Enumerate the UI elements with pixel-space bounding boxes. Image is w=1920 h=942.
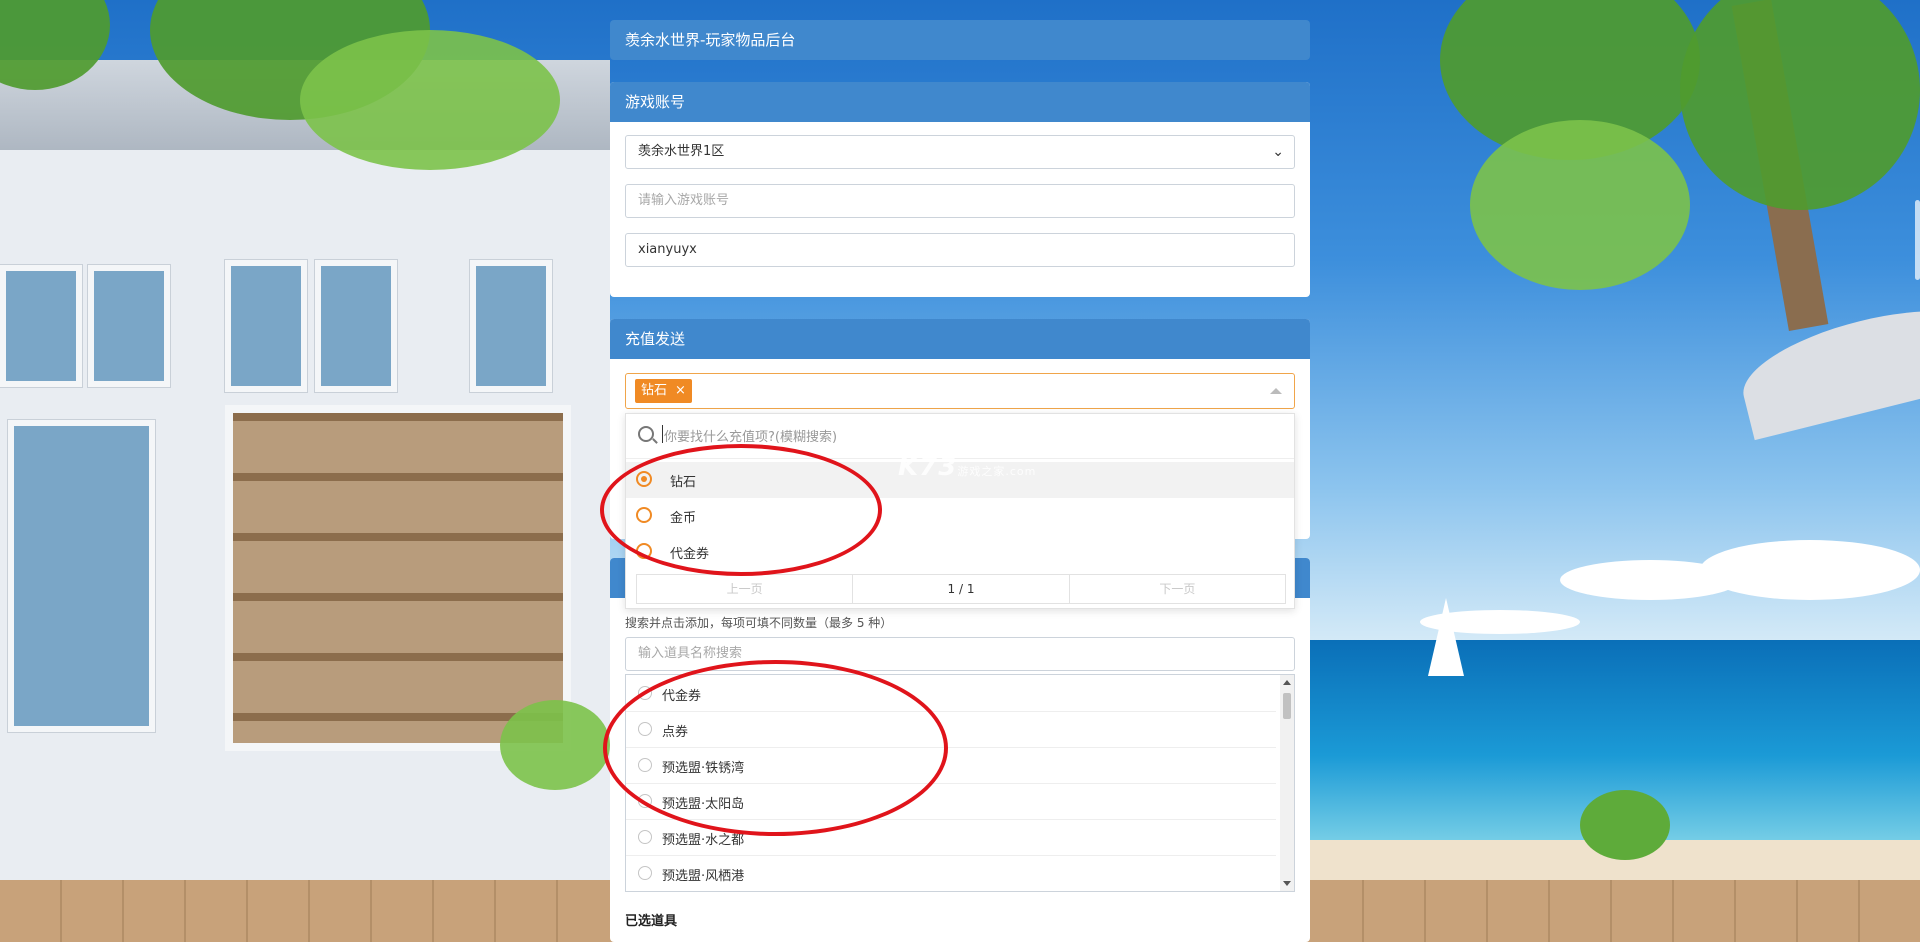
foliage [1470,120,1690,290]
annotation-ellipse [603,660,948,836]
account-card-header: 游戏账号 [610,82,1310,122]
scroll-down-icon [1283,881,1291,886]
radio-icon [638,830,652,844]
window [315,260,397,392]
chevron-down-icon: ⌄ [1272,144,1284,160]
account-input[interactable]: 请输入游戏账号 [625,184,1295,218]
watermark-domain: .com [1005,465,1037,478]
chevron-up-icon [1270,388,1282,394]
selected-items-title: 已选道具 [625,914,678,929]
server-select-value: 羡余水世界1区 [638,144,725,159]
recharge-multiselect[interactable]: 钻石 × [625,373,1295,409]
account-name-field[interactable]: xianyuyx [625,233,1295,267]
watermark-brand: K73 [898,452,958,482]
page-title: 羡余水世界-玩家物品后台 [610,20,1310,60]
window [88,265,170,387]
search-icon [638,426,654,442]
list-scrollbar[interactable] [1280,675,1294,891]
recharge-card-header: 充值发送 [610,319,1310,359]
page-indicator: 1 / 1 [853,575,1070,603]
window [0,265,82,387]
radio-icon [638,866,652,880]
prev-page-button[interactable]: 上一页 [637,575,854,603]
tag-remove-icon[interactable]: × [675,383,686,398]
annotation-ellipse [600,444,882,576]
shop-shelves [225,405,571,751]
items-hint: 搜索并点击添加，每项可填不同数量（最多 5 种） [625,616,893,630]
account-card: 游戏账号 羡余水世界1区 ⌄ 请输入游戏账号 xianyuyx [610,82,1310,297]
selected-tag: 钻石 × [635,379,692,403]
scrollbar-thumb[interactable] [1283,693,1291,719]
scroll-up-icon [1283,680,1291,685]
cloud [1700,540,1920,600]
potted-plant [1580,790,1670,860]
window [8,420,155,732]
foliage [500,700,610,790]
list-item[interactable]: 预选盟·风栖港 [626,855,1276,891]
watermark-sub: 游戏之家 [957,465,1006,478]
server-select[interactable]: 羡余水世界1区 ⌄ [625,135,1295,169]
page-scrollbar[interactable] [1914,0,1920,942]
window [470,260,552,392]
list-item-label: 预选盟·风栖港 [662,869,745,884]
recharge-search-placeholder: 你要找什么充值项?(模糊搜索) [664,430,838,445]
page-scrollbar-thumb[interactable] [1915,200,1920,280]
foliage [300,30,560,170]
next-page-button[interactable]: 下一页 [1070,575,1285,603]
pagination: 上一页 1 / 1 下一页 [636,574,1286,604]
watermark-logo: K73游戏之家.com [898,452,1036,482]
window [225,260,307,392]
selected-tag-label: 钻石 [641,383,668,398]
sailboat [1428,598,1464,676]
text-cursor [662,425,663,443]
